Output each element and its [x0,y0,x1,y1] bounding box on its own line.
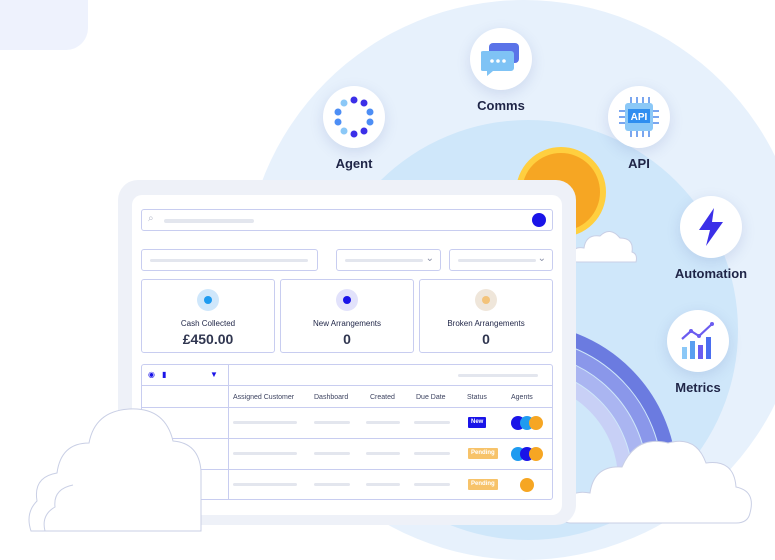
chevron-down-icon: ⌄ [537,253,546,264]
cell-placeholder [314,421,350,424]
api-chip-icon: API [608,86,670,148]
stat-card-cash[interactable]: Cash Collected £450.00 [141,279,275,353]
stat-title: Cash Collected [180,319,236,328]
status-badge: Pending [468,448,498,459]
chat-bubble-icon [470,28,532,90]
cell-placeholder [366,452,400,455]
cell-placeholder [414,452,450,455]
filter-icon[interactable]: ▼ [210,370,218,379]
cloud-left [28,408,202,532]
chevron-down-icon: ⌄ [425,253,434,264]
filter-dropdown-1[interactable]: ⌄ [336,249,441,271]
stat-card-new-arrangements[interactable]: New Arrangements 0 [280,279,414,353]
search-icon: ⌕ [148,213,154,224]
feature-label: Agent [335,156,373,171]
stat-title: Broken Arrangements [447,319,525,328]
avatar [529,447,543,461]
feature-api: API API [584,86,694,171]
column-header[interactable]: Agents [511,394,533,401]
column-header[interactable]: Status [467,394,487,401]
feature-label: API [628,156,650,171]
toolbar-placeholder-line [458,374,538,377]
status-badge: Pending [468,479,498,490]
status-badge: New [468,417,487,428]
cell-placeholder [414,421,450,424]
search-placeholder-line [164,219,254,223]
cell-placeholder [314,452,350,455]
feature-agent: Agent [299,86,409,171]
field-placeholder-line [345,259,423,262]
stat-indicator-icon [336,289,358,311]
stat-card-broken-arrangements[interactable]: Broken Arrangements 0 [419,279,553,353]
cell-placeholder [233,452,297,455]
cell-placeholder [366,483,400,486]
stat-indicator-icon [197,289,219,311]
avatar [529,416,543,430]
cell-placeholder [233,483,297,486]
cell-placeholder [233,421,297,424]
feature-metrics: Metrics [643,310,753,395]
cell-placeholder [314,483,350,486]
field-placeholder-line [150,259,308,262]
cloud-right [562,440,752,524]
search-submit-button[interactable] [532,213,546,227]
eye-icon[interactable]: ◉ [148,370,155,379]
cell-placeholder [414,483,450,486]
agent-dots-icon [323,86,385,148]
bar-chart-icon [667,310,729,372]
lightning-bolt-icon [680,196,742,258]
api-chip-text: API [631,112,648,123]
trash-icon[interactable]: ▮ [162,370,166,379]
column-header[interactable]: Dashboard [314,394,348,401]
search-input[interactable]: ⌕ [141,209,553,231]
stat-value: 0 [482,331,490,347]
stat-value: 0 [343,331,351,347]
cloud-small [571,231,637,263]
feature-label: Metrics [675,380,721,395]
feature-label: Automation [674,266,748,281]
cell-placeholder [366,421,400,424]
feature-automation: Automation [656,196,766,281]
filter-field[interactable] [141,249,318,271]
column-header[interactable]: Due Date [416,394,446,401]
feature-comms: Comms [446,28,556,113]
corner-tile [0,0,88,50]
feature-label: Comms [477,98,525,113]
column-header[interactable]: Created [370,394,395,401]
stat-indicator-icon [475,289,497,311]
column-header[interactable]: Assigned Customer [233,394,294,401]
stat-title: New Arrangements [312,319,382,328]
stat-value: £450.00 [182,331,234,347]
avatar [520,478,534,492]
filter-dropdown-2[interactable]: ⌄ [449,249,553,271]
field-placeholder-line [458,259,536,262]
